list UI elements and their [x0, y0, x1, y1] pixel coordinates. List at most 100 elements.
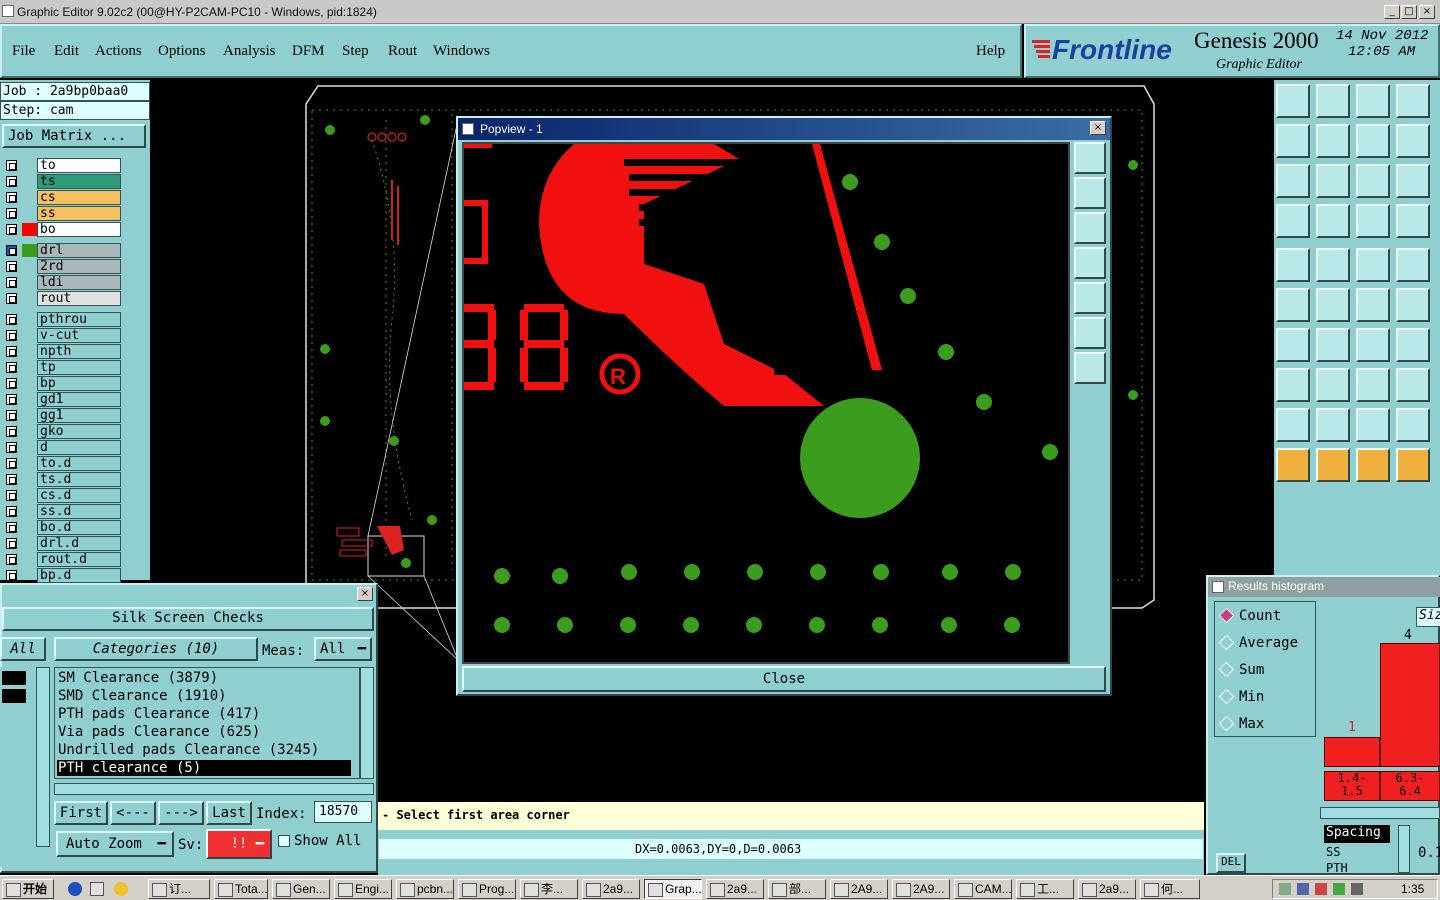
- taskbar-item[interactable]: 工...: [1016, 879, 1074, 899]
- list-item[interactable]: Via pads Clearance (625): [58, 724, 260, 740]
- layer-checkbox[interactable]: [6, 506, 17, 517]
- taskbar-item[interactable]: pcbn...: [396, 879, 454, 899]
- taskbar-item[interactable]: Grap...: [644, 879, 702, 899]
- count-radio[interactable]: [1218, 607, 1235, 624]
- taskbar-item[interactable]: Tota...: [214, 879, 268, 899]
- shapes-icon[interactable]: [1396, 368, 1430, 402]
- previous-button[interactable]: <---: [110, 801, 156, 825]
- list-item[interactable]: SM Clearance (3879): [58, 670, 218, 686]
- pan-right-icon[interactable]: [1074, 282, 1106, 314]
- taskbar-item[interactable]: CAM...: [954, 879, 1012, 899]
- taskbar-item[interactable]: 部...: [768, 879, 826, 899]
- layer-name[interactable]: bo.d: [37, 520, 121, 535]
- layer-name[interactable]: drl: [37, 243, 121, 258]
- edit-icon[interactable]: [1316, 84, 1350, 118]
- layer-row-bp[interactable]: bp: [2, 376, 121, 391]
- layer-checkbox[interactable]: [6, 442, 17, 453]
- curve-icon[interactable]: [1356, 328, 1390, 362]
- layer-checkbox[interactable]: [6, 176, 17, 187]
- triangle-arrow-icon[interactable]: [1356, 408, 1390, 442]
- layer-checkbox[interactable]: [6, 554, 17, 565]
- layer-name[interactable]: cs.d: [37, 488, 121, 503]
- histogram-bar-1[interactable]: [1324, 737, 1380, 767]
- layer-row-ts[interactable]: ts: [2, 174, 121, 189]
- cross-icon[interactable]: [1316, 288, 1350, 322]
- feature-icon[interactable]: [1396, 328, 1430, 362]
- draw-line-icon[interactable]: [1316, 248, 1350, 282]
- layer-row-rout[interactable]: rout: [2, 291, 121, 306]
- max-radio[interactable]: [1218, 715, 1235, 732]
- layer-name[interactable]: cs: [37, 190, 121, 205]
- menu-help[interactable]: Help: [976, 43, 1005, 60]
- average-radio[interactable]: [1218, 634, 1235, 651]
- tray-icon[interactable]: [1297, 883, 1309, 895]
- menu-options[interactable]: Options: [158, 43, 206, 60]
- layer-name[interactable]: ldi: [37, 275, 121, 290]
- taskbar-item[interactable]: 2a9...: [706, 879, 764, 899]
- layer-row-cs-d[interactable]: cs.d: [2, 488, 121, 503]
- layer-checkbox[interactable]: [6, 490, 17, 501]
- layer-name[interactable]: to.d: [37, 456, 121, 471]
- layer-name[interactable]: 2rd: [37, 259, 121, 274]
- menu-dfm[interactable]: DFM: [292, 43, 325, 60]
- layer-row-npth[interactable]: npth: [2, 344, 121, 359]
- pan-down-icon[interactable]: [1074, 212, 1106, 244]
- pan-left-icon[interactable]: [1074, 247, 1106, 279]
- pan-up-icon[interactable]: [1074, 177, 1106, 209]
- next-button[interactable]: --->: [158, 801, 204, 825]
- layer-name[interactable]: tp: [37, 360, 121, 375]
- layer-name[interactable]: ts: [37, 174, 121, 189]
- layer-checkbox[interactable]: [6, 362, 17, 373]
- sum-radio[interactable]: [1218, 661, 1235, 678]
- layer-checkbox[interactable]: [6, 224, 17, 235]
- auto-zoom-select[interactable]: Auto Zoom ━: [56, 831, 174, 857]
- desktop-icon[interactable]: [90, 882, 104, 896]
- move-right-icon[interactable]: [1316, 124, 1350, 158]
- layer-name[interactable]: drl.d: [37, 536, 121, 551]
- move-left-icon[interactable]: [1276, 124, 1310, 158]
- taskbar-item[interactable]: 何...: [1140, 879, 1200, 899]
- menu-edit[interactable]: Edit: [54, 43, 79, 60]
- circle-icon[interactable]: [1396, 248, 1430, 282]
- taskbar-item[interactable]: 2A9...: [892, 879, 950, 899]
- layer-checkbox[interactable]: [6, 522, 17, 533]
- delete-button[interactable]: DEL: [1216, 853, 1246, 873]
- triangle-cut-icon[interactable]: [1396, 408, 1430, 442]
- layer-row-ss[interactable]: ss: [2, 206, 121, 221]
- layer-name[interactable]: to: [37, 158, 121, 173]
- dimension-icon[interactable]: [1356, 368, 1390, 402]
- all-button[interactable]: All: [0, 637, 46, 661]
- layer-checkbox[interactable]: [6, 277, 17, 288]
- layer-row-gko[interactable]: gko: [2, 424, 121, 439]
- scale-icon[interactable]: [1356, 164, 1390, 198]
- zoom-in-icon[interactable]: [1074, 317, 1106, 349]
- menu-analysis[interactable]: Analysis: [223, 43, 276, 60]
- ie-icon[interactable]: [68, 882, 82, 896]
- layer-name[interactable]: ts.d: [37, 472, 121, 487]
- layer-checkbox[interactable]: [6, 410, 17, 421]
- triangle-icon[interactable]: [1276, 408, 1310, 442]
- layer-name[interactable]: rout.d: [37, 552, 121, 567]
- taskbar-item[interactable]: Gen...: [272, 879, 330, 899]
- help-icon[interactable]: [1396, 164, 1430, 198]
- point-icon[interactable]: [1276, 368, 1310, 402]
- list-item-selected[interactable]: PTH clearance (5): [57, 760, 351, 776]
- histogram-scrollbar[interactable]: [1320, 807, 1440, 819]
- move-icon[interactable]: [1316, 164, 1350, 198]
- grid-icon[interactable]: [1396, 84, 1430, 118]
- first-button[interactable]: First: [54, 801, 108, 825]
- layer-checkbox[interactable]: [6, 160, 17, 171]
- snap-icon[interactable]: [1276, 84, 1310, 118]
- layer-row-rout-d[interactable]: rout.d: [2, 552, 121, 567]
- mirror-icon[interactable]: [1356, 124, 1390, 158]
- layer-checkbox[interactable]: [6, 394, 17, 405]
- layer-name[interactable]: ss.d: [37, 504, 121, 519]
- histogram-bar-2[interactable]: [1380, 643, 1440, 767]
- meas-select[interactable]: All ━: [314, 637, 372, 661]
- fit-icon[interactable]: [1276, 164, 1310, 198]
- layer-name[interactable]: pthrou: [37, 312, 121, 327]
- layer-row-bo[interactable]: bo: [2, 222, 121, 237]
- layer-checkbox[interactable]: [6, 261, 17, 272]
- rotate-icon[interactable]: [1396, 124, 1430, 158]
- layer-row-bp-d[interactable]: bp.d: [2, 568, 121, 583]
